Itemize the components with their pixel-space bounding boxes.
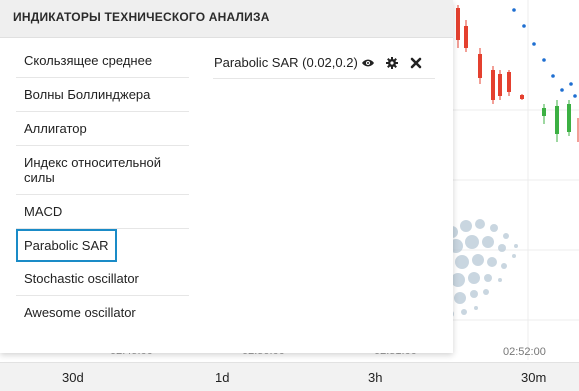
close-icon[interactable]	[409, 56, 423, 70]
active-indicators: Parabolic SAR (0.02,0.2)	[213, 55, 435, 79]
indicator-bollinger-bands[interactable]: Волны Боллинджера	[16, 78, 189, 112]
active-indicator-label: Parabolic SAR (0.02,0.2)	[214, 55, 358, 70]
candle	[555, 106, 559, 134]
indicator-macd[interactable]: MACD	[16, 195, 189, 229]
candle	[456, 8, 460, 40]
candle	[567, 104, 571, 132]
sar-dot	[569, 82, 573, 86]
indicator-moving-average[interactable]: Скользящее среднее	[16, 44, 189, 78]
indicator-rsi[interactable]: Индекс относительной силы	[16, 146, 189, 195]
sar-dots	[512, 8, 577, 98]
time-label: 02:52:00	[503, 346, 546, 358]
panel-title: ИНДИКАТОРЫ ТЕХНИЧЕСКОГО АНАЛИЗА	[13, 10, 270, 24]
sar-dot	[532, 42, 536, 46]
eye-icon[interactable]	[361, 56, 375, 70]
indicator-stochastic[interactable]: Stochastic oscillator	[16, 262, 189, 296]
candle	[507, 72, 511, 92]
candle	[491, 70, 495, 100]
sar-dot	[512, 8, 516, 12]
indicator-awesome-oscillator[interactable]: Awesome oscillator	[16, 296, 189, 329]
candle	[498, 74, 502, 96]
period-3h[interactable]: 3h	[368, 370, 382, 385]
period-30m[interactable]: 30m	[521, 370, 546, 385]
sar-dot	[522, 24, 526, 28]
active-indicator-row: Parabolic SAR (0.02,0.2)	[213, 55, 435, 79]
sar-dot	[551, 74, 555, 78]
period-bar: 30d 1d 3h 30m	[0, 362, 579, 391]
indicators-panel: ИНДИКАТОРЫ ТЕХНИЧЕСКОГО АНАЛИЗА Скользящ…	[0, 0, 453, 353]
candle	[520, 95, 524, 99]
sar-dot	[542, 58, 546, 62]
sar-dot	[560, 88, 564, 92]
period-1d[interactable]: 1d	[215, 370, 229, 385]
candle	[478, 54, 482, 78]
candle	[542, 108, 546, 116]
candle	[464, 26, 468, 48]
indicator-alligator[interactable]: Аллигатор	[16, 112, 189, 146]
sar-dot	[573, 94, 577, 98]
period-30d[interactable]: 30d	[62, 370, 84, 385]
gear-icon[interactable]	[385, 56, 399, 70]
indicator-list: Скользящее среднее Волны Боллинджера Алл…	[16, 44, 189, 329]
candles	[456, 5, 579, 142]
indicator-parabolic-sar[interactable]: Parabolic SAR	[16, 229, 117, 262]
panel-header: ИНДИКАТОРЫ ТЕХНИЧЕСКОГО АНАЛИЗА	[0, 0, 453, 38]
